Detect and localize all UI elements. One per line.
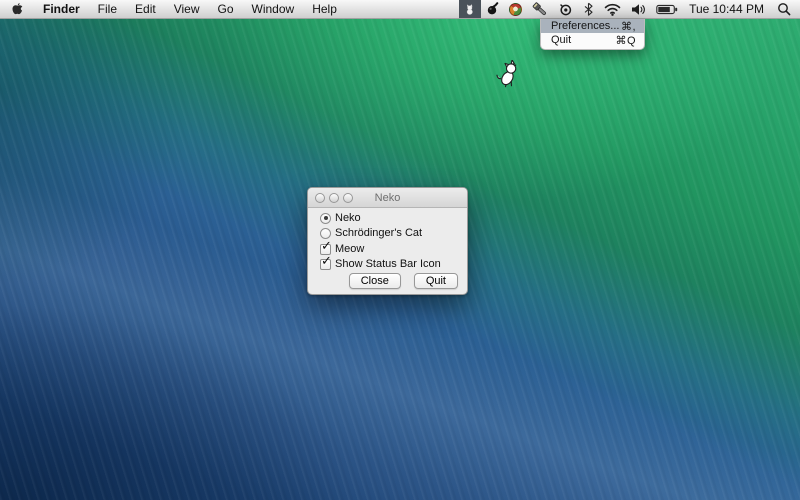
window-titlebar[interactable]: Neko [308, 188, 467, 208]
zoom-window-button[interactable] [343, 193, 353, 203]
record-target-icon[interactable] [553, 0, 578, 18]
cat-icon [464, 2, 476, 17]
minimize-window-button[interactable] [329, 193, 339, 203]
radio-label: Schrödinger's Cat [335, 227, 422, 239]
radio-button-selected[interactable] [320, 213, 331, 224]
menu-item-label: Quit [551, 34, 571, 46]
radio-label: Neko [335, 212, 361, 224]
traffic-lights [315, 193, 353, 203]
color-wheel-icon[interactable] [504, 0, 527, 18]
apple-menu[interactable] [0, 0, 34, 18]
spotlight-icon[interactable] [772, 0, 800, 18]
menu-finder[interactable]: Finder [34, 0, 89, 18]
neko-window: Neko Neko Schrödinger's Cat ✓ Meow ✓ Sho… [307, 187, 468, 295]
menu-view[interactable]: View [165, 0, 209, 18]
menu-edit[interactable]: Edit [126, 0, 165, 18]
close-button[interactable]: Close [349, 273, 401, 289]
comma-icon[interactable] [481, 0, 504, 18]
menu-help[interactable]: Help [303, 0, 346, 18]
checkmark-icon: ✓ [321, 239, 332, 252]
flashlight-icon[interactable] [527, 0, 553, 18]
radio-option-schrodingers-cat[interactable]: Schrödinger's Cat [320, 227, 422, 239]
apple-logo-icon [11, 2, 24, 16]
neko-status-menu: Preferences... ⌘, Quit ⌘Q [540, 19, 645, 50]
bluetooth-icon[interactable] [578, 0, 599, 18]
running-cat-icon [495, 60, 523, 90]
close-window-button[interactable] [315, 193, 325, 203]
checkbox-label: Meow [335, 243, 364, 255]
menu-item-preferences[interactable]: Preferences... ⌘, [541, 19, 644, 33]
menu-item-shortcut: ⌘Q [615, 34, 636, 47]
radio-option-neko[interactable]: Neko [320, 212, 361, 224]
radio-button-unselected[interactable] [320, 228, 331, 239]
checkmark-icon: ✓ [321, 254, 332, 267]
menu-item-quit[interactable]: Quit ⌘Q [541, 33, 644, 47]
battery-icon[interactable] [651, 0, 683, 18]
menu-item-shortcut: ⌘, [621, 20, 636, 33]
menu-bar-clock[interactable]: Tue 10:44 PM [683, 2, 772, 16]
menu-bar-left: Finder File Edit View Go Window Help [0, 0, 346, 18]
menu-go[interactable]: Go [209, 0, 243, 18]
wifi-icon[interactable] [599, 0, 626, 18]
checkbox-option-show-status-bar-icon[interactable]: ✓ Show Status Bar Icon [320, 258, 441, 270]
neko-status-item[interactable] [459, 0, 481, 18]
window-title: Neko [375, 192, 401, 204]
checkbox-label: Show Status Bar Icon [335, 258, 441, 270]
quit-button[interactable]: Quit [414, 273, 458, 289]
menu-file[interactable]: File [89, 0, 126, 18]
menu-bar: Finder File Edit View Go Window Help [0, 0, 800, 19]
volume-icon[interactable] [626, 0, 651, 18]
window-button-row: Close Quit [349, 273, 458, 289]
menu-item-label: Preferences... [551, 20, 619, 32]
menu-window[interactable]: Window [243, 0, 304, 18]
neko-cat-sprite [495, 60, 523, 90]
checkbox-checked[interactable]: ✓ [320, 259, 331, 270]
menu-bar-status-area: Tue 10:44 PM [459, 0, 800, 18]
